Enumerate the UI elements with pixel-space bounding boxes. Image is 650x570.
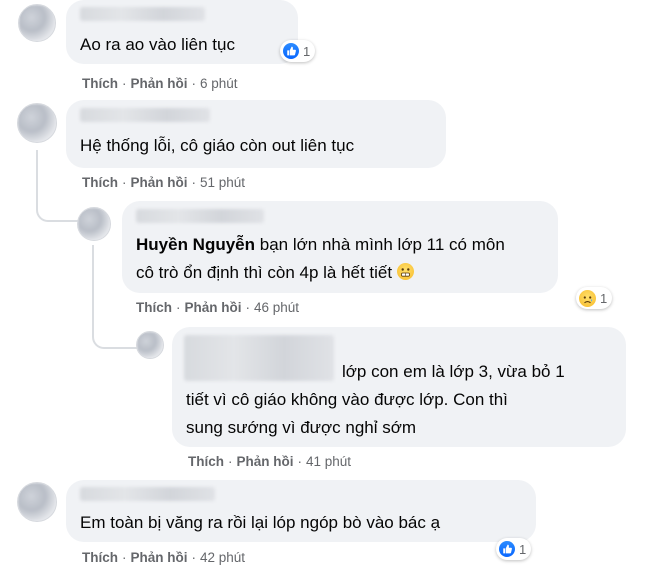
comment-actions: Thích · Phản hồi · 6 phút [82,76,238,91]
comment-bubble: Em toàn bị văng ra rồi lại lóp ngóp bò v… [66,480,536,542]
grimace-emoji-icon [396,263,414,280]
comment-text-line-2: tiết vì cô giáo không vào được lớp. Con … [186,390,508,409]
comment-actions: Thích · Phản hồi · 46 phút [136,300,300,315]
comment-time[interactable]: 42 phút [200,550,245,565]
reply-link[interactable]: Phản hồi [131,76,188,91]
reaction-count[interactable]: 1 [496,538,532,560]
comment-time[interactable]: 6 phút [200,76,238,91]
author-name-redacted[interactable] [80,487,215,501]
like-link[interactable]: Thích [188,454,224,469]
author-name-redacted[interactable] [80,108,210,122]
reply-link[interactable]: Phản hồi [131,175,188,190]
avatar[interactable] [77,207,111,241]
like-link[interactable]: Thích [82,550,118,565]
comment-time[interactable]: 46 phút [254,300,299,315]
mentioned-user-link[interactable]: Huyền Nguyễn [136,235,255,254]
reaction-count[interactable]: 1 [280,40,316,62]
comment-text-line-1: Huyền Nguyễn bạn lớn nhà mình lớp 11 có … [136,235,505,254]
comment-text: Hệ thống lỗi, cô giáo còn out liên tục [80,136,355,155]
comment-text-line-3: sung sướng vì được nghỉ sớm [186,418,417,437]
avatar[interactable] [18,4,56,42]
comment-bubble: Ao ra ao vào liên tục [66,0,298,64]
comment-text: Em toàn bị văng ra rồi lại lóp ngóp bò v… [80,513,441,532]
comment-bubble: Hệ thống lỗi, cô giáo còn out liên tục [66,100,446,168]
avatar[interactable] [136,331,164,359]
reaction-count[interactable]: 1 [576,287,613,309]
comment-actions: Thích · Phản hồi · 51 phút [82,175,246,190]
reaction-count-label: 1 [600,290,608,306]
comment-text: Ao ra ao vào liên tục [80,35,235,54]
comment-bubble: Huyền Nguyễn bạn lớn nhà mình lớp 11 có … [122,201,558,293]
reply-link[interactable]: Phản hồi [185,300,242,315]
comment-text-line-1: lớp con em là lớp 3, vừa bỏ 1 [342,362,565,381]
comment-time[interactable]: 51 phút [200,175,245,190]
author-name-redacted[interactable] [136,209,264,223]
comment-text-line-2: cô trò ổn định thì còn 4p là hết tiết [136,259,414,286]
comment-bubble: lớp con em là lớp 3, vừa bỏ 1 tiết vì cô… [172,327,626,447]
sad-reaction-icon [579,289,596,307]
comment-time[interactable]: 41 phút [306,454,351,469]
avatar[interactable] [17,103,57,143]
like-reaction-icon [499,541,515,557]
reply-link[interactable]: Phản hồi [131,550,188,565]
like-link[interactable]: Thích [82,76,118,91]
comment-actions: Thích · Phản hồi · 41 phút [188,454,352,469]
like-link[interactable]: Thích [136,300,172,315]
comment-actions: Thích · Phản hồi · 42 phút [82,550,246,565]
reaction-count-label: 1 [303,43,311,59]
avatar[interactable] [17,482,57,522]
author-name-redacted[interactable] [80,7,205,21]
like-reaction-icon [283,43,299,59]
reaction-count-label: 1 [519,541,527,557]
like-link[interactable]: Thích [82,175,118,190]
author-name-redacted[interactable] [184,335,334,381]
reply-link[interactable]: Phản hồi [237,454,294,469]
